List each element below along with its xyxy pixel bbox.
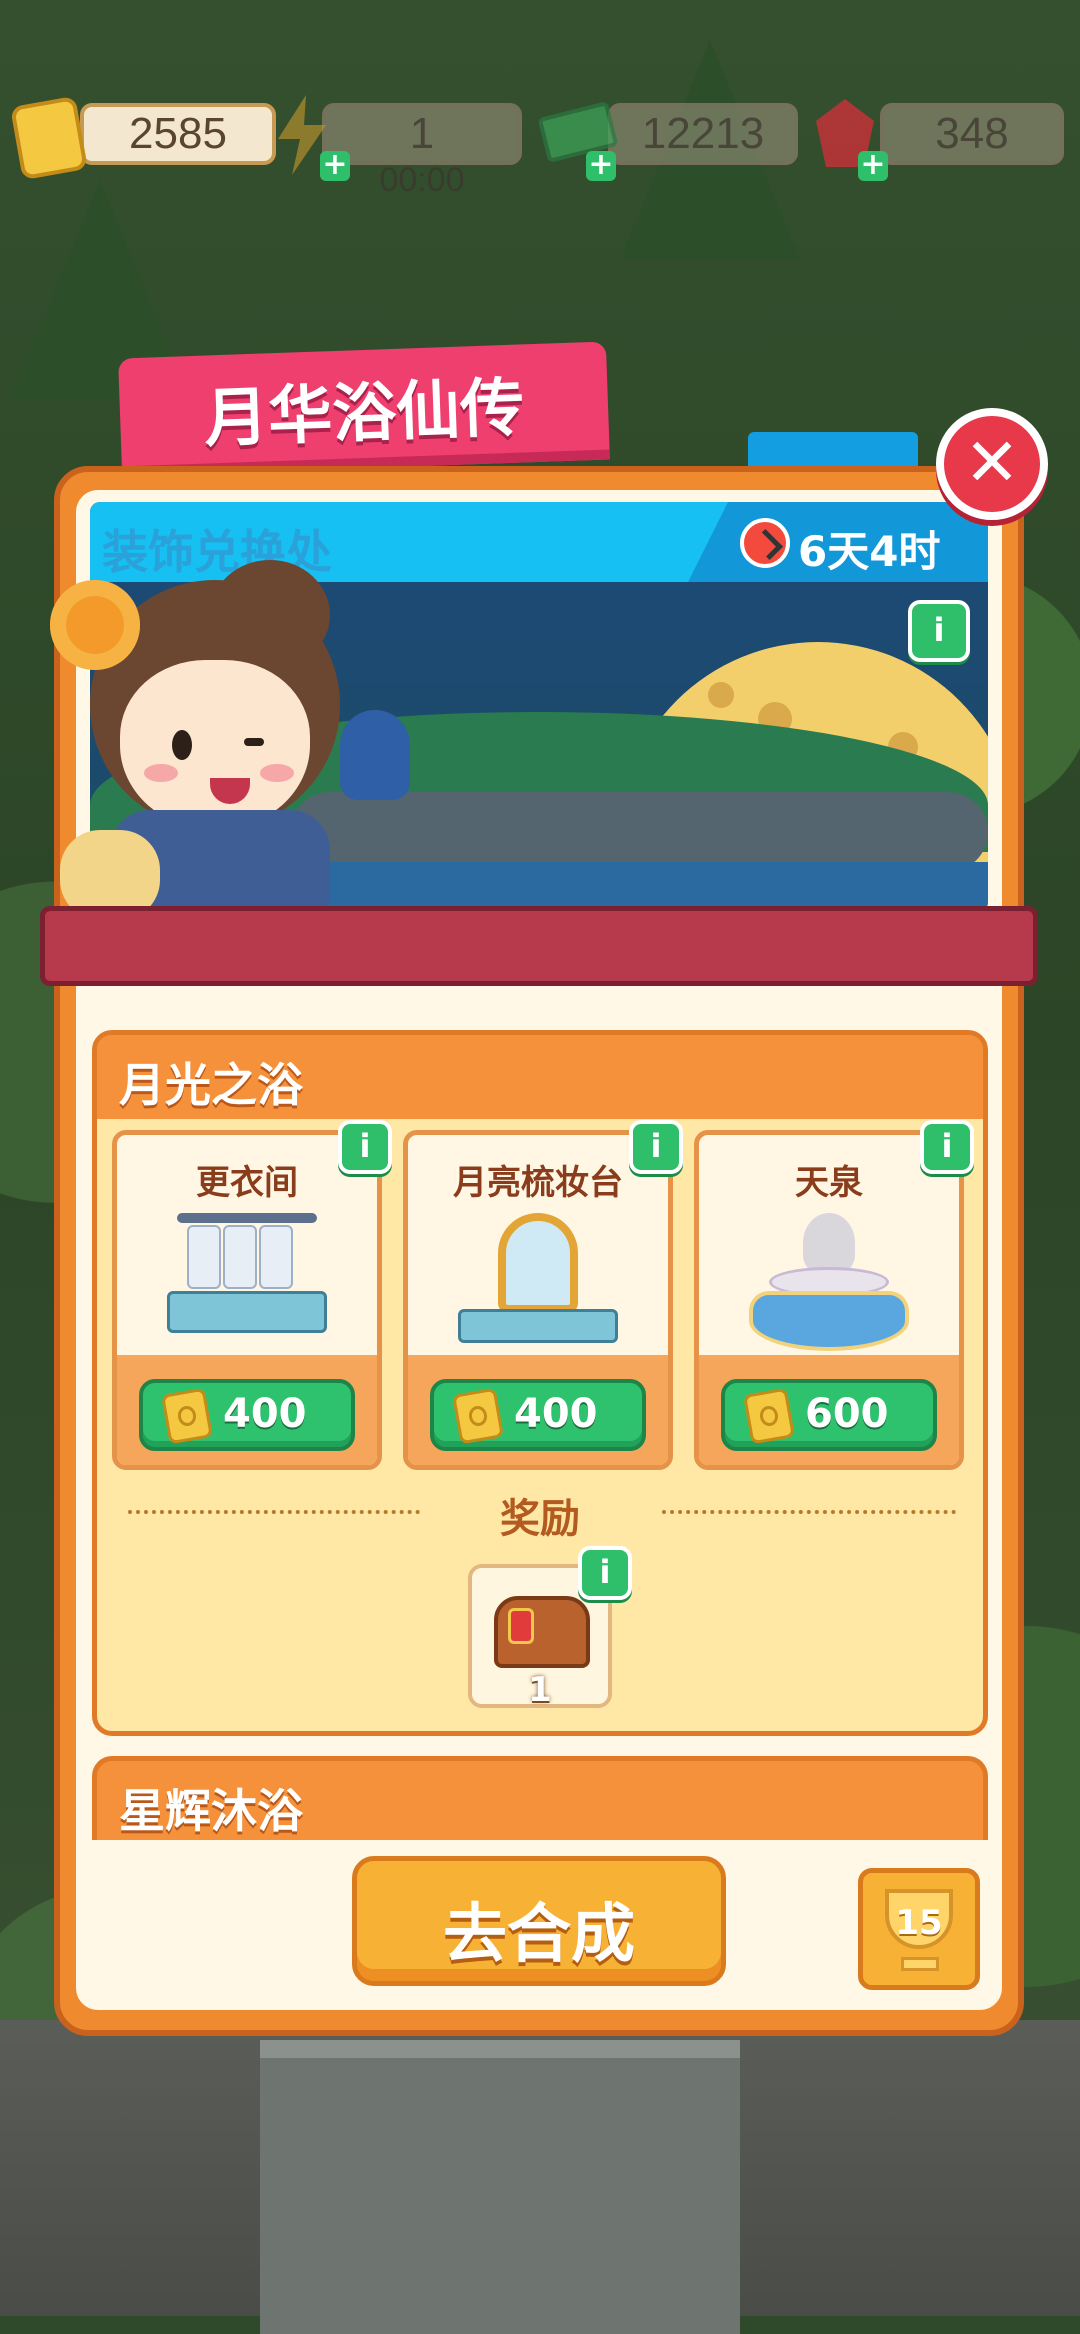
reward-label: 奖励 xyxy=(500,1496,580,1542)
section-title: 月光之浴 xyxy=(119,1058,303,1112)
ticket-count: 2585 xyxy=(80,103,276,165)
gem-count: 348 xyxy=(880,103,1064,165)
add-cash-icon[interactable]: + xyxy=(586,150,616,181)
trophy-base xyxy=(901,1957,939,1971)
vanity-icon xyxy=(458,1213,618,1343)
item-price: 400 xyxy=(514,1391,598,1437)
buy-wardrobe-button[interactable]: 400 xyxy=(139,1379,355,1451)
wardrobe-icon xyxy=(167,1213,327,1333)
wardrobe-info-icon[interactable]: i xyxy=(338,1120,392,1174)
flower-hairpin-icon xyxy=(50,580,140,670)
face xyxy=(120,660,310,830)
ticket-icon xyxy=(742,1387,796,1445)
item-card-fountain[interactable]: 天泉 600 xyxy=(694,1130,964,1470)
close-icon: ✕ xyxy=(964,424,1020,501)
reward-quantity: 1 xyxy=(528,1670,552,1710)
rocks-illustration xyxy=(290,792,988,872)
chest-lock xyxy=(508,1608,534,1644)
item-price: 600 xyxy=(805,1391,889,1437)
cash-currency[interactable]: 12213 + xyxy=(537,100,798,181)
energy-value: 1 xyxy=(409,109,435,158)
ticket-icon xyxy=(10,95,90,181)
trophy-count: 15 xyxy=(895,1903,943,1943)
gem-currency[interactable]: 348 + xyxy=(816,99,1064,181)
ticket-icon xyxy=(451,1387,505,1445)
section-header: 月光之浴 xyxy=(97,1035,983,1119)
section-starlight-bath[interactable]: 星辉沐浴 xyxy=(92,1756,988,1840)
go-merge-button[interactable]: 去合成 xyxy=(352,1856,726,1986)
close-button[interactable]: ✕ xyxy=(936,408,1048,520)
energy-timer: 00:00 xyxy=(379,161,465,199)
add-gem-icon[interactable]: + xyxy=(858,150,888,181)
reward-info-icon[interactable]: i xyxy=(578,1546,632,1600)
banner-shelf xyxy=(40,906,1038,986)
character-illustration xyxy=(50,560,410,930)
banner-info-icon[interactable]: i xyxy=(908,600,970,662)
fountain-info-icon[interactable]: i xyxy=(920,1120,974,1174)
waving-mitten-icon xyxy=(340,710,410,800)
trophy-button[interactable]: 15 xyxy=(858,1868,980,1990)
clock-icon xyxy=(740,518,790,568)
cash-count: 12213 xyxy=(608,103,798,165)
buy-vanity-button[interactable]: 400 xyxy=(430,1379,646,1451)
energy-currency[interactable]: 1 00:00 + xyxy=(278,95,522,199)
item-card-wardrobe[interactable]: 更衣间 400 xyxy=(112,1130,382,1470)
item-price: 400 xyxy=(223,1391,307,1437)
vanity-info-icon[interactable]: i xyxy=(629,1120,683,1174)
go-merge-label: 去合成 xyxy=(443,1898,635,1972)
add-energy-icon[interactable]: + xyxy=(320,150,350,181)
energy-count: 1 00:00 xyxy=(322,103,522,199)
fountain-icon xyxy=(749,1213,909,1353)
countdown-pill: 6天4时 xyxy=(688,502,988,582)
item-card-vanity[interactable]: 月亮梳妆台 400 xyxy=(403,1130,673,1470)
ticket-currency[interactable]: 2585 xyxy=(10,95,276,181)
ticket-icon xyxy=(160,1387,214,1445)
event-title: 月华浴仙传 xyxy=(203,371,526,457)
countdown-text: 6天4时 xyxy=(798,527,941,576)
background-wall xyxy=(260,2040,740,2334)
section-title: 星辉沐浴 xyxy=(119,1784,303,1838)
buy-fountain-button[interactable]: 600 xyxy=(721,1379,937,1451)
